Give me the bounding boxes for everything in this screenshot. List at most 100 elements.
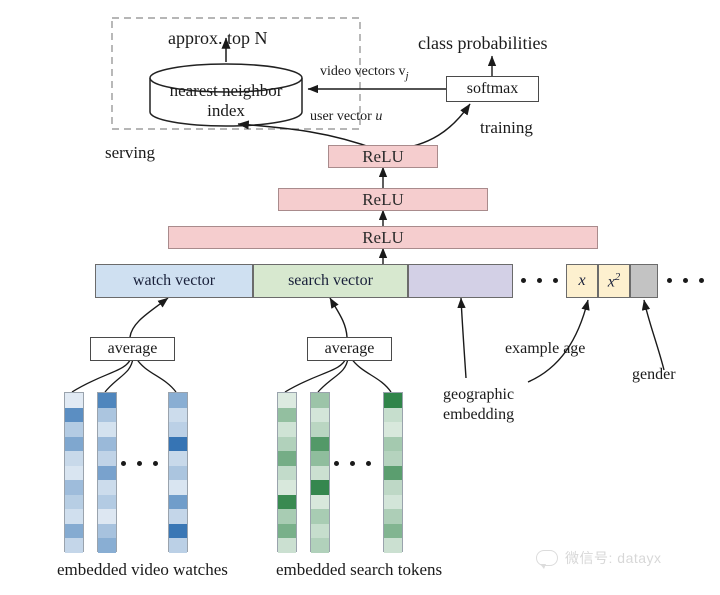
feature-example-age-x[interactable]: x [566, 264, 598, 298]
embedding-cell [98, 494, 116, 510]
embedding-cell [311, 436, 329, 452]
embedding-cell [278, 436, 296, 452]
geo-line-1: geographic [443, 386, 515, 403]
average-node-search[interactable]: average [307, 337, 392, 361]
relu-layer-bottom[interactable]: ReLU [168, 226, 598, 249]
embedding-cell [311, 393, 329, 408]
embedding-cell [98, 393, 116, 408]
index-line-1: nearest neighbor [169, 81, 283, 100]
embedding-cell [169, 465, 187, 481]
embedding-cell [311, 509, 329, 524]
example-age-x-squared-label: x2 [607, 270, 621, 291]
embedding-cell [169, 538, 187, 553]
embedding-column-video-1 [64, 392, 84, 553]
average-video-label: average [107, 340, 158, 357]
video-vectors-label: video vectors vj [320, 64, 409, 82]
embedding-cell [311, 451, 329, 466]
embedding-cell [65, 480, 83, 495]
wechat-bubble-icon [536, 550, 558, 569]
embedding-cell [65, 494, 83, 510]
embedding-cell [384, 494, 402, 510]
relu-top-label: ReLU [362, 146, 404, 166]
embedding-column-video-3 [168, 392, 188, 553]
embedding-cell [98, 509, 116, 524]
feature-watch-vector[interactable]: watch vector [95, 264, 253, 298]
feature-example-age-x-squared[interactable]: x2 [598, 264, 630, 298]
embedding-cell [169, 509, 187, 524]
feature-gender[interactable] [630, 264, 658, 298]
embedding-column-video-2 [97, 392, 117, 553]
embedding-cell [311, 523, 329, 539]
example-age-annotation: example age [505, 340, 586, 357]
embedding-column-search-2 [310, 392, 330, 553]
average-search-label: average [324, 340, 375, 357]
embedding-cell [384, 407, 402, 423]
embedded-video-watches-caption: embedded video watches [57, 560, 228, 579]
example-age-x-label: x [578, 272, 586, 289]
embedding-cell [278, 407, 296, 423]
embedding-cell [98, 465, 116, 481]
feature-geographic-embedding[interactable] [408, 264, 513, 298]
average-node-video[interactable]: average [90, 337, 175, 361]
geo-line-2: embedding [443, 406, 515, 423]
embedding-cell [98, 407, 116, 423]
embedding-cell [169, 480, 187, 495]
user-vector-label: user vector u [310, 109, 383, 124]
embedding-cell [65, 422, 83, 437]
embedding-cell [311, 480, 329, 495]
embedding-cell [278, 480, 296, 495]
embedding-cell [311, 465, 329, 481]
video-vectors-subscript: j [405, 69, 409, 82]
index-line-2: index [207, 101, 245, 120]
training-label: training [480, 118, 533, 137]
embedding-cell [278, 465, 296, 481]
relu-layer-middle[interactable]: ReLU [278, 188, 488, 211]
embedding-cell [384, 393, 402, 408]
embedding-cell [169, 451, 187, 466]
embedding-cell [384, 436, 402, 452]
embedding-cell [65, 538, 83, 553]
embedding-cell [278, 451, 296, 466]
embedding-cell [311, 538, 329, 553]
embedding-cell [169, 422, 187, 437]
search-embedding-ellipsis [334, 461, 371, 466]
embedding-cell [169, 393, 187, 408]
embedding-cell [384, 465, 402, 481]
feature-ellipsis-right [667, 278, 704, 283]
embedding-column-search-1 [277, 392, 297, 553]
embedding-cell [169, 407, 187, 423]
embedding-cell [384, 451, 402, 466]
serving-label: serving [105, 143, 156, 162]
embedding-cell [384, 422, 402, 437]
user-vector-variable: u [375, 109, 383, 124]
embedding-cell [65, 436, 83, 452]
gender-annotation: gender [632, 366, 676, 383]
video-embedding-ellipsis [121, 461, 158, 466]
watermark-text: 微信号: datayx [565, 550, 662, 566]
embedding-cell [384, 523, 402, 539]
relu-bottom-label: ReLU [362, 227, 404, 247]
embedding-cell [98, 480, 116, 495]
embedding-cell [169, 494, 187, 510]
embedding-cell [311, 494, 329, 510]
feature-search-vector[interactable]: search vector [253, 264, 408, 298]
embedding-cell [169, 436, 187, 452]
approx-top-n-label: approx. top N [168, 28, 268, 48]
embedding-cell [311, 422, 329, 437]
embedding-cell [65, 509, 83, 524]
embedding-cell [311, 407, 329, 423]
search-vector-label: search vector [288, 272, 373, 289]
embedding-cell [278, 494, 296, 510]
class-probabilities-label: class probabilities [418, 33, 548, 53]
relu-layer-top[interactable]: ReLU [328, 145, 438, 168]
feature-ellipsis-left [521, 278, 558, 283]
embedding-cell [384, 538, 402, 553]
embedding-cell [98, 538, 116, 553]
geographic-embedding-annotation: geographic embedding [443, 385, 514, 425]
embedding-cell [384, 480, 402, 495]
embedding-cell [65, 451, 83, 466]
embedding-cell [98, 451, 116, 466]
softmax-label: softmax [466, 80, 519, 97]
softmax-node[interactable]: softmax [446, 76, 539, 102]
embedding-cell [65, 393, 83, 408]
